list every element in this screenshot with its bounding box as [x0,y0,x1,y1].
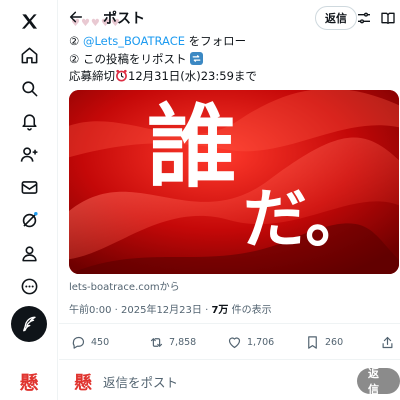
alarm-clock-emoji-icon [116,69,127,82]
mention-link[interactable]: @Lets_BOATRACE [83,34,185,48]
compose-button[interactable] [11,306,47,342]
share-icon [382,336,393,348]
post-media-image[interactable]: 誰 だ。 [69,90,399,274]
reply-input[interactable] [103,371,343,393]
source-link[interactable]: lets-boatrace.comから [69,278,180,293]
like-count: 1,706 [247,336,275,348]
post-meta: 午前0:00 · 2025年12月23日 · 7万 件の表示 [69,301,272,316]
feather-icon [23,316,36,332]
header-reply-button[interactable]: 返信 [315,6,357,30]
page-title: ポスト [103,11,145,27]
bell-icon[interactable] [14,106,44,136]
repost-action[interactable]: 7,858 [149,331,196,353]
post-header: ♥♥♥♥♥ ポスト 返信 [59,0,400,36]
line3-prefix: 応募締切 [69,69,115,83]
home-icon[interactable] [14,40,44,70]
mail-icon[interactable] [14,172,44,202]
profile-icon[interactable] [14,238,44,268]
views-count: 7万 [211,305,229,316]
people-icon[interactable] [14,139,44,169]
post-timestamp[interactable]: 午前0:00 · 2025年12月23日 · [69,305,211,316]
reply-count: 450 [91,336,110,348]
views-label: 件の表示 [228,305,272,316]
settings-sliders-icon[interactable] [355,9,373,27]
grok-icon[interactable] [14,205,44,235]
x-logo-icon[interactable] [14,6,44,36]
repeat-emoji-icon [190,52,204,65]
bookmark-icon [308,335,317,349]
like-action[interactable]: 1,706 [227,331,274,353]
reader-view-icon[interactable] [379,9,397,27]
bookmark-count: 260 [325,336,344,348]
search-icon[interactable] [14,73,44,103]
line1-suffix: をフォロー [185,34,247,48]
arrow-left-icon [69,11,83,23]
post-text-line-1: ② @Lets_BOATRACE をフォロー [69,33,246,49]
action-bar: 450 7,858 1,706 260 [59,331,400,353]
media-headline-suffix: だ。 [243,182,370,257]
reply-action[interactable]: 450 [71,331,109,353]
bookmark-action[interactable]: 260 [305,331,343,353]
left-nav: 懸 [0,0,58,400]
share-action[interactable] [380,331,395,353]
account-avatar[interactable]: 懸 [14,366,44,396]
repost-icon [150,337,163,347]
line2-text: ② この投稿をリポスト [69,52,187,66]
divider [59,359,400,360]
heart-icon [228,336,241,348]
repost-count: 7,858 [169,336,197,348]
reply-submit-button[interactable]: 返信 [357,367,400,396]
reply-avatar: 懸 [69,368,97,396]
comment-icon [72,336,85,349]
reply-avatar-glyph: 懸 [74,373,92,394]
media-headline-char: 誰 [147,94,237,200]
post-text-line-2: ② この投稿をリポスト [69,51,204,67]
line3-suffix: 12月31日(水)23:59まで [128,69,257,83]
account-avatar-glyph: 懸 [19,371,39,394]
more-icon[interactable] [14,271,44,301]
reply-composer: 懸 返信 [59,362,400,400]
post-text-line-3: 応募締切 12月31日(水)23:59まで [69,68,257,84]
divider [59,323,400,324]
back-button[interactable] [65,6,87,28]
line1-prefix: ② [69,34,80,48]
